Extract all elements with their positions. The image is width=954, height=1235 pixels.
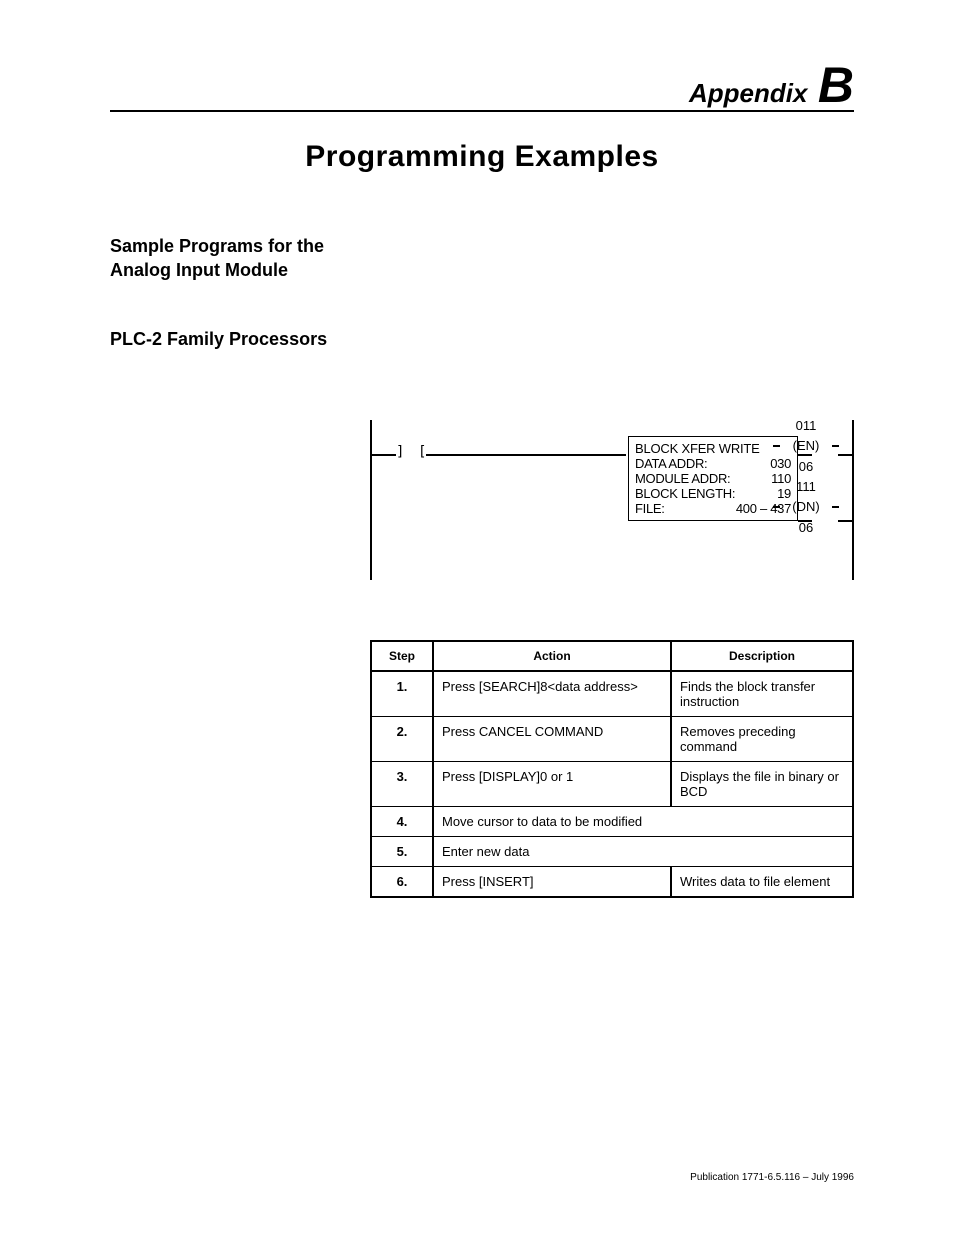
en-bit: 06 bbox=[782, 459, 830, 475]
section-heading-line2: Analog Input Module bbox=[110, 260, 288, 280]
cell-description: Finds the block transfer instruction bbox=[671, 671, 853, 717]
cell-action: Press CANCEL COMMAND bbox=[433, 716, 671, 761]
col-step: Step bbox=[371, 641, 433, 671]
appendix-header: Appendix B bbox=[110, 60, 854, 112]
table-row: 3. Press [DISPLAY]0 or 1 Displays the fi… bbox=[371, 761, 853, 806]
appendix-label: Appendix bbox=[689, 78, 807, 108]
en-address: 011 bbox=[782, 418, 830, 434]
rung-wire bbox=[838, 454, 852, 456]
rung-wire bbox=[838, 520, 852, 522]
rung-wire bbox=[426, 454, 626, 456]
left-rail bbox=[370, 420, 372, 580]
section-heading: Sample Programs for the Analog Input Mod… bbox=[110, 234, 854, 283]
table-row: 1. Press [SEARCH]8<data address> Finds t… bbox=[371, 671, 853, 717]
output-column: 011 (EN) 06 111 (DN) 06 bbox=[782, 418, 830, 536]
block-title: BLOCK XFER WRITE bbox=[635, 441, 791, 456]
right-rail bbox=[852, 420, 854, 580]
table-row: 2. Press CANCEL COMMAND Removes precedin… bbox=[371, 716, 853, 761]
table-row: 6. Press [INSERT] Writes data to file el… bbox=[371, 866, 853, 897]
dn-label: DN bbox=[797, 499, 816, 514]
cell-step: 3. bbox=[371, 761, 433, 806]
block-row-label: MODULE ADDR: bbox=[635, 471, 730, 486]
contact-open-right: ] bbox=[396, 444, 404, 460]
col-action: Action bbox=[433, 641, 671, 671]
en-label: EN bbox=[797, 438, 815, 453]
dn-coil: (DN) bbox=[782, 499, 830, 515]
cell-description: Removes preceding command bbox=[671, 716, 853, 761]
dn-bit: 06 bbox=[782, 520, 830, 536]
dn-address: 111 bbox=[782, 479, 830, 495]
page-title: Programming Examples bbox=[110, 140, 854, 174]
cell-step: 6. bbox=[371, 866, 433, 897]
rung-wire bbox=[372, 454, 396, 456]
table-row: 5. Enter new data bbox=[371, 836, 853, 866]
section-heading-line1: Sample Programs for the bbox=[110, 236, 324, 256]
block-row-label: FILE: bbox=[635, 501, 665, 516]
cell-step: 1. bbox=[371, 671, 433, 717]
block-row-label: DATA ADDR: bbox=[635, 456, 707, 471]
publication-footer: Publication 1771-6.5.116 – July 1996 bbox=[690, 1172, 854, 1183]
appendix-letter: B bbox=[812, 57, 854, 113]
cell-action: Move cursor to data to be modified bbox=[433, 806, 853, 836]
cell-action: Press [SEARCH]8<data address> bbox=[433, 671, 671, 717]
ladder-diagram: ] [ BLOCK XFER WRITE DATA ADDR:030 MODUL… bbox=[370, 420, 854, 580]
block-row-label: BLOCK LENGTH: bbox=[635, 486, 735, 501]
col-description: Description bbox=[671, 641, 853, 671]
cell-action: Enter new data bbox=[433, 836, 853, 866]
steps-table: Step Action Description 1. Press [SEARCH… bbox=[370, 640, 854, 898]
contact-open-left: [ bbox=[418, 444, 426, 460]
en-coil: (EN) bbox=[782, 438, 830, 454]
cell-step: 2. bbox=[371, 716, 433, 761]
table-row: 4. Move cursor to data to be modified bbox=[371, 806, 853, 836]
cell-description: Writes data to file element bbox=[671, 866, 853, 897]
subheading: PLC-2 Family Processors bbox=[110, 329, 854, 350]
cell-action: Press [DISPLAY]0 or 1 bbox=[433, 761, 671, 806]
cell-step: 4. bbox=[371, 806, 433, 836]
cell-description: Displays the file in binary or BCD bbox=[671, 761, 853, 806]
cell-action: Press [INSERT] bbox=[433, 866, 671, 897]
cell-step: 5. bbox=[371, 836, 433, 866]
